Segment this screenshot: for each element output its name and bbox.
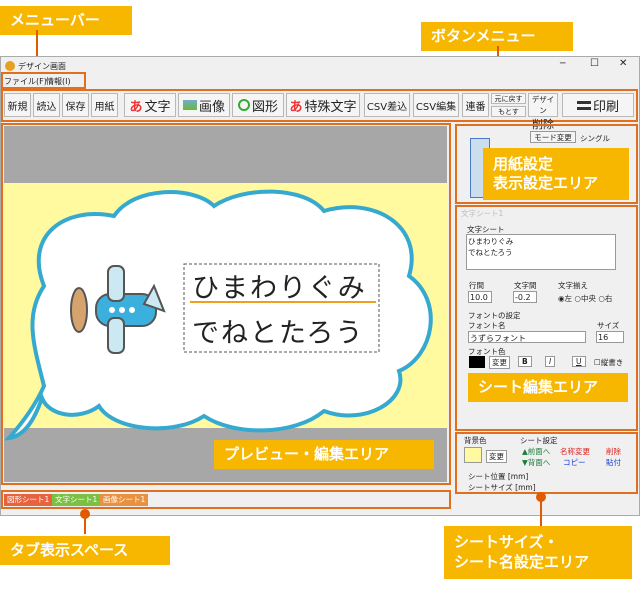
menu-info[interactable]: 情報(I) — [46, 76, 71, 87]
sheet-edit-title: 文字シート1 — [461, 209, 504, 218]
callout-menubar: メニューバー — [0, 6, 132, 35]
bold-button[interactable]: B — [518, 356, 532, 367]
vertical-checkbox[interactable]: ☐縦書き — [594, 357, 623, 368]
shape-button[interactable]: 図形 — [232, 93, 284, 117]
paper-button[interactable]: 用紙 — [91, 93, 118, 117]
redo-button[interactable]: もとす — [491, 106, 526, 117]
delete-sheet-button[interactable]: 削除 — [606, 446, 621, 457]
font-color-change-button[interactable]: 変更 — [489, 356, 510, 369]
font-color-swatch[interactable] — [469, 356, 485, 368]
close-button[interactable]: ✕ — [619, 58, 627, 69]
callout-paper: 用紙設定 表示設定エリア — [483, 148, 629, 200]
sheet-text-input[interactable]: ひまわりぐみ でねとたろう — [466, 234, 616, 270]
text-button[interactable]: あ文字 — [124, 93, 176, 117]
callout-sheetedit: シート編集エリア — [468, 373, 628, 402]
italic-button[interactable]: I — [545, 356, 556, 367]
maximize-button[interactable]: ☐ — [590, 58, 599, 69]
tab-image-sheet[interactable]: 画像シート1 — [100, 494, 149, 506]
csv-edit-button[interactable]: CSV編集 — [413, 93, 459, 117]
special-char-icon: あ — [289, 99, 303, 115]
minimize-button[interactable]: ─ — [560, 59, 565, 69]
csv-insert-button[interactable]: CSV差込 — [364, 93, 410, 117]
background-color-swatch[interactable] — [464, 447, 482, 463]
preview-canvas[interactable]: ひまわりぐみ でねとたろう — [4, 126, 447, 482]
copy-button[interactable]: コピー — [563, 457, 586, 468]
preview-text-line-1[interactable]: ひまわりぐみ — [192, 266, 367, 305]
new-button[interactable]: 新規 — [4, 93, 31, 117]
menu-file[interactable]: ファイル(F) — [4, 76, 47, 87]
bring-front-button[interactable]: ▲前面へ — [522, 446, 550, 457]
design-delete-button[interactable]: デザイン 削除 — [528, 93, 558, 131]
callout-preview: プレビュー・編集エリア — [214, 440, 434, 469]
bg-change-button[interactable]: 変更 — [486, 450, 507, 463]
mode-change-button[interactable]: モード変更 — [530, 131, 576, 143]
preview-text-line-2[interactable]: でねとたろう — [192, 311, 364, 350]
callout-sheetsize: シートサイズ・ シート名設定エリア — [444, 526, 632, 579]
tab-shape-sheet[interactable]: 図形シート1 — [4, 494, 53, 506]
print-button[interactable]: 印刷 — [562, 93, 634, 117]
serial-button[interactable]: 連番 — [462, 93, 489, 117]
mode-value: シングル — [580, 134, 610, 143]
image-button[interactable]: 画像 — [178, 93, 230, 117]
save-button[interactable]: 保存 — [62, 93, 89, 117]
window-title: デザイン画面 — [18, 62, 66, 71]
rename-button[interactable]: 名称変更 — [560, 446, 590, 457]
line-gap-input[interactable]: 10.0 — [468, 291, 492, 303]
callout-tabs: タブ表示スペース — [0, 536, 170, 565]
app-logo-icon — [5, 61, 15, 71]
printer-icon — [576, 100, 591, 110]
circle-icon — [237, 99, 250, 111]
image-icon — [182, 100, 197, 110]
undo-button[interactable]: 元に戻す — [491, 93, 526, 104]
text-icon: あ — [129, 99, 143, 115]
font-name-select[interactable]: うずらフォント — [468, 331, 586, 343]
align-radio-group[interactable]: ◉左 ○中央 ○右 — [558, 293, 612, 304]
font-size-input[interactable]: 16 — [596, 331, 624, 343]
char-gap-input[interactable]: -0.2 — [513, 291, 537, 303]
tab-text-sheet[interactable]: 文字シート1 — [52, 494, 101, 506]
load-button[interactable]: 読込 — [33, 93, 60, 117]
special-char-button[interactable]: あ特殊文字 — [286, 93, 360, 117]
send-back-button[interactable]: ▼背面へ — [522, 457, 550, 468]
paste-button[interactable]: 貼付 — [606, 457, 621, 468]
underline-button[interactable]: U — [572, 356, 586, 367]
